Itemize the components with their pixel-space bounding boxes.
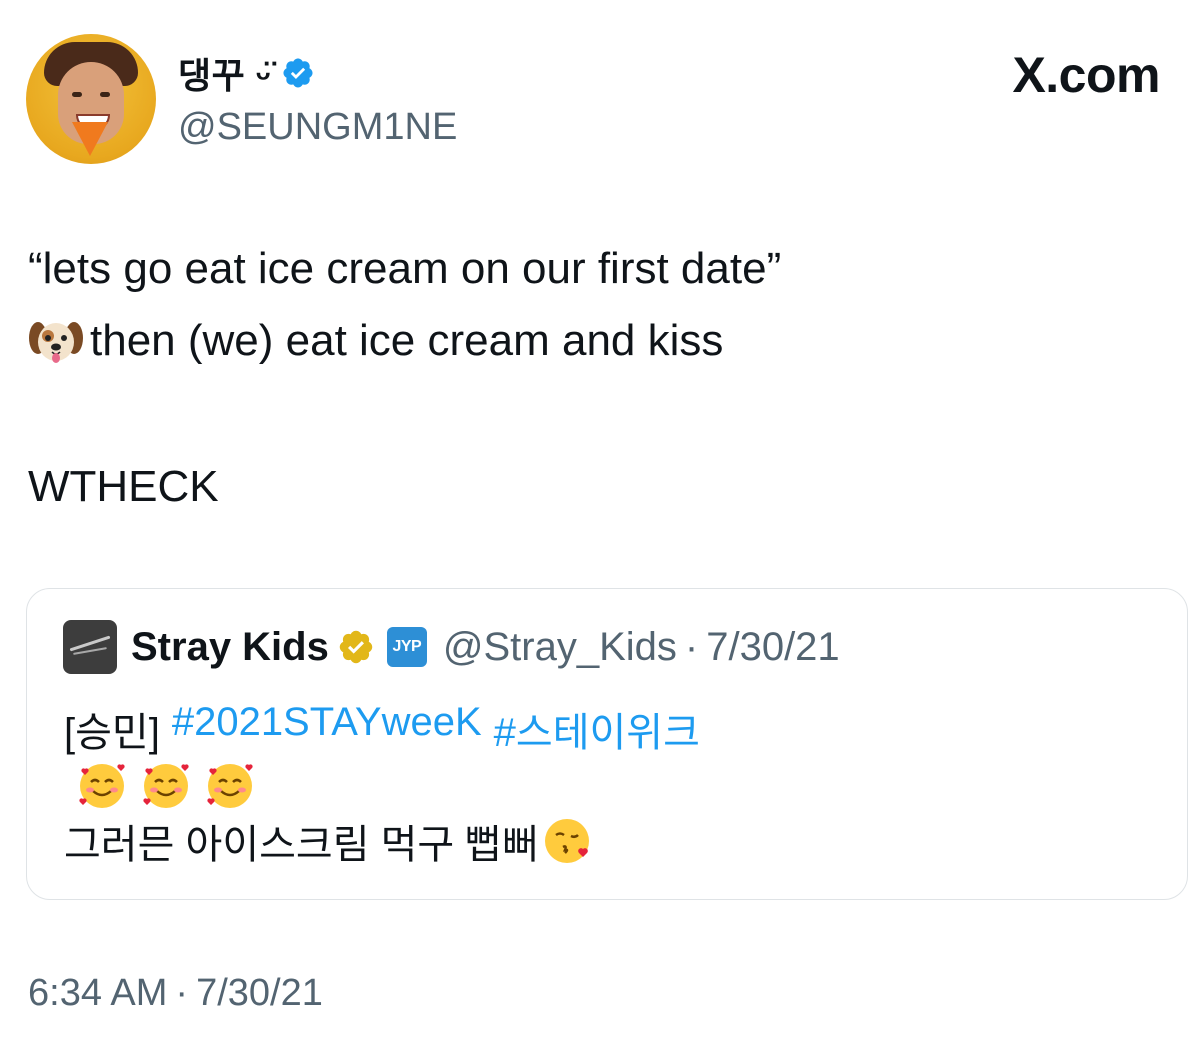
tweet-text-line: WTHECK [28, 462, 219, 511]
avatar-carrot [72, 122, 108, 156]
affiliate-badge[interactable]: JYP [386, 627, 427, 667]
tweet-card: 댕꾸 ᵕ̈ @SEUNGM1NE X.com “lets go eat ice … [0, 0, 1200, 1048]
author-name-row[interactable]: 댕꾸 ᵕ̈ [178, 50, 315, 96]
quoted-author-avatar[interactable] [63, 620, 117, 674]
separator-dot: · [684, 624, 699, 669]
tweet-date: 7/30/21 [196, 972, 323, 1014]
quoted-tweet-date[interactable]: 7/30/21 [706, 625, 839, 670]
quoted-tweet-header: Stray Kids JYP @Stray_Kids · 7/30/21 [63, 620, 840, 674]
quoted-prefix: [승민] [64, 711, 160, 755]
site-label: X.com [1012, 47, 1160, 103]
dog-face-icon [29, 322, 83, 363]
quoted-emoji-row [74, 758, 266, 814]
author-handle[interactable]: @SEUNGM1NE [178, 106, 457, 149]
quoted-last-line: 그러믄 아이스크림 먹구 뻡뻐 [64, 823, 539, 867]
smiling-face-with-hearts-icon [207, 764, 253, 808]
verified-badge-icon [283, 58, 313, 88]
hashtag-link[interactable]: #2021STAYweeK [172, 700, 482, 758]
quoted-author-handle[interactable]: @Stray_Kids [443, 625, 677, 670]
separator-dot: · [175, 972, 189, 1014]
quoted-author-name[interactable]: Stray Kids [131, 625, 329, 670]
tweet-text-line: “lets go eat ice cream on our first date… [28, 244, 782, 293]
hashtag-link[interactable]: #스테이위크 [494, 700, 700, 758]
avatar-eye [72, 92, 82, 97]
author-avatar[interactable] [26, 34, 156, 164]
tweet-text-line-2: then (we) eat ice cream and kiss [90, 316, 724, 365]
smiling-face-with-hearts-icon [79, 764, 125, 808]
quoted-tweet-text-line: 그러믄 아이스크림 먹구 뻡뻐 [64, 812, 593, 870]
smiling-face-with-hearts-icon [143, 764, 189, 808]
tweet-text-line: then (we) eat ice cream and kiss [28, 316, 723, 366]
author-display-name[interactable]: 댕꾸 ᵕ̈ [178, 47, 271, 99]
gold-verified-badge-icon [339, 630, 373, 664]
quoted-tweet-text-line: [승민] #2021STAYweeK #스테이위크 [64, 700, 700, 758]
avatar-eye [100, 92, 110, 97]
tweet-time: 6:34 AM [28, 972, 168, 1014]
face-blowing-kiss-icon [544, 819, 589, 863]
tweet-timestamp[interactable]: 6:34 AM · 7/30/21 [28, 972, 323, 1015]
x-com-logo: X.com [1012, 46, 1160, 104]
